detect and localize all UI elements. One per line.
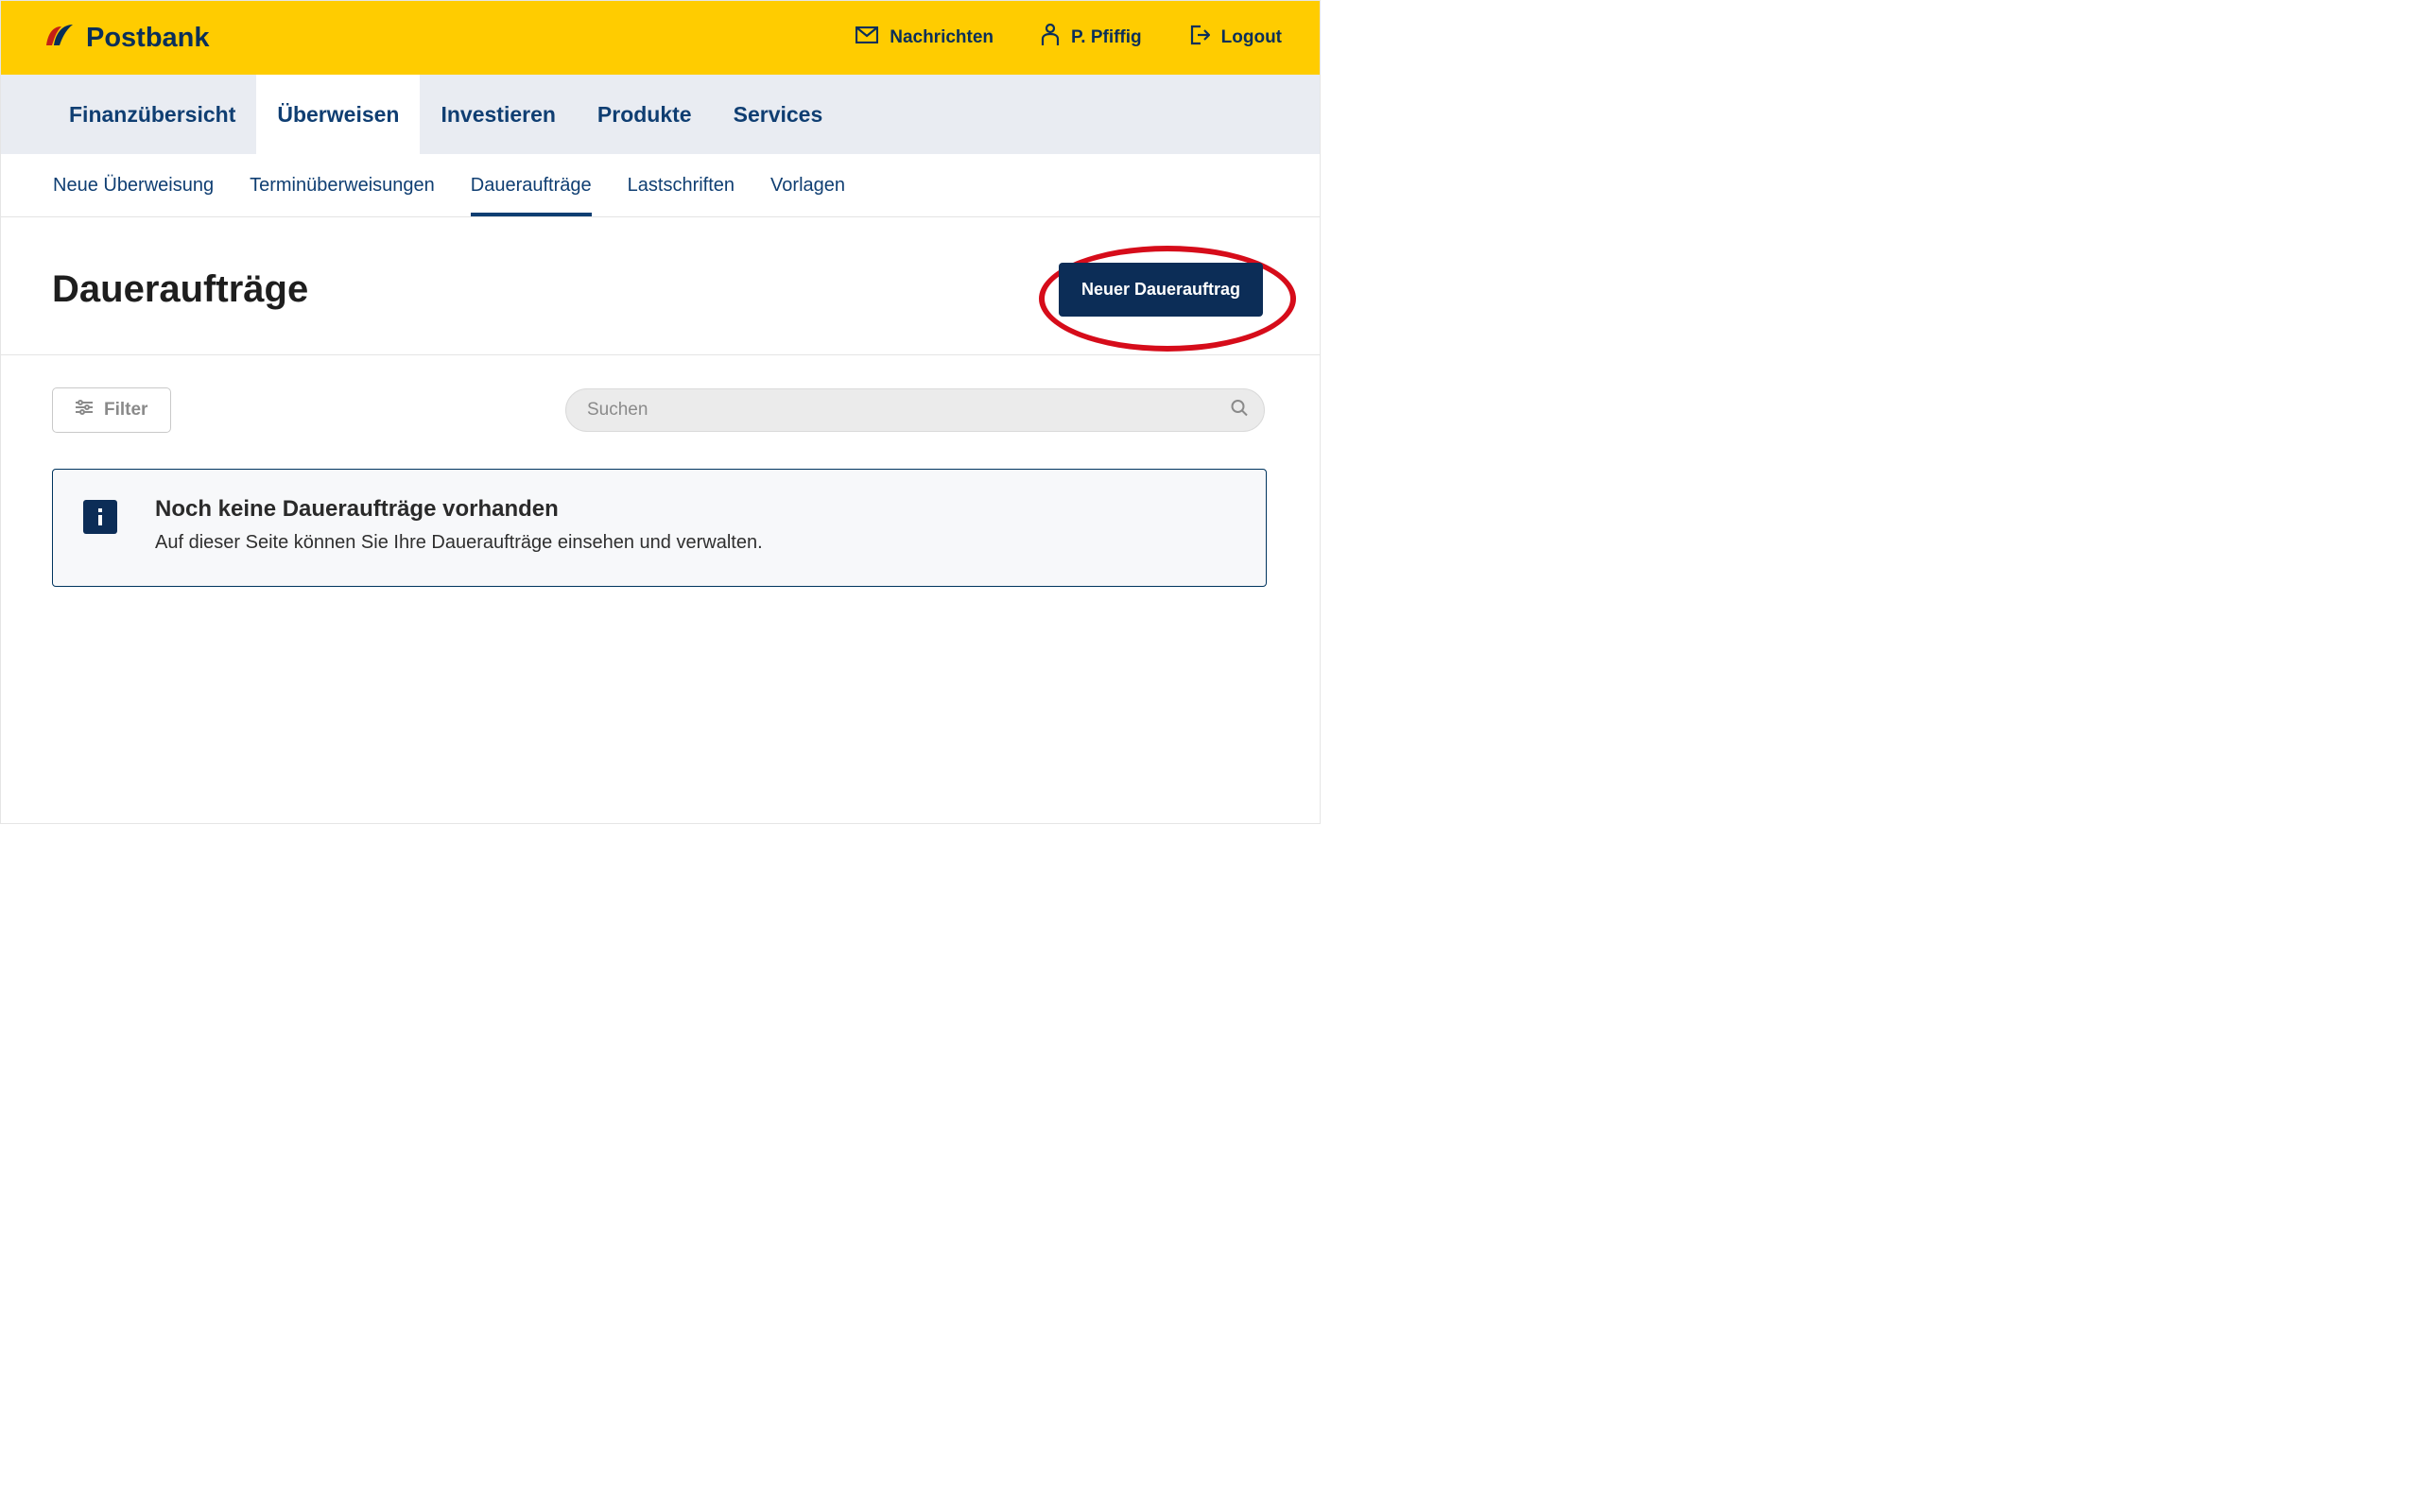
nav-finanzuebersicht[interactable]: Finanzübersicht (48, 75, 256, 154)
postbank-logo-icon (44, 23, 77, 54)
search-input[interactable] (565, 388, 1265, 432)
filter-row: Filter (1, 355, 1320, 459)
sub-nav: Neue Überweisung Terminüberweisungen Dau… (1, 154, 1320, 217)
subnav-neue-ueberweisung[interactable]: Neue Überweisung (53, 154, 214, 216)
top-actions: Nachrichten P. Pfiffig Logout (856, 24, 1282, 52)
nav-label: Produkte (597, 102, 692, 128)
nav-label: Investieren (441, 102, 555, 128)
nav-label: Services (734, 102, 823, 128)
search-icon[interactable] (1231, 400, 1248, 421)
messages-link[interactable]: Nachrichten (856, 26, 994, 49)
filter-label: Filter (104, 400, 147, 421)
subnav-label: Daueraufträge (471, 175, 592, 197)
mail-icon (856, 26, 878, 49)
info-panel: Noch keine Daueraufträge vorhanden Auf d… (52, 469, 1267, 587)
page-header: Daueraufträge Neuer Dauerauftrag (1, 217, 1320, 354)
nav-label: Überweisen (277, 102, 399, 128)
primary-nav: Finanzübersicht Überweisen Investieren P… (1, 75, 1320, 154)
logout-label: Logout (1221, 27, 1282, 48)
info-texts: Noch keine Daueraufträge vorhanden Auf d… (155, 496, 763, 554)
subnav-label: Terminüberweisungen (250, 175, 435, 197)
search-wrap (565, 388, 1265, 432)
subnav-lastschriften[interactable]: Lastschriften (628, 154, 735, 216)
user-link[interactable]: P. Pfiffig (1041, 24, 1142, 52)
subnav-label: Vorlagen (770, 175, 845, 197)
new-dauerauftrag-button[interactable]: Neuer Dauerauftrag (1059, 263, 1263, 317)
user-label: P. Pfiffig (1071, 27, 1142, 48)
nav-services[interactable]: Services (713, 75, 844, 154)
info-title: Noch keine Daueraufträge vorhanden (155, 496, 763, 523)
nav-produkte[interactable]: Produkte (577, 75, 713, 154)
page-title: Daueraufträge (52, 268, 308, 311)
subnav-dauerauftraege[interactable]: Daueraufträge (471, 154, 592, 216)
nav-label: Finanzübersicht (69, 102, 235, 128)
info-icon (83, 500, 117, 534)
info-description: Auf dieser Seite können Sie Ihre Dauerau… (155, 532, 763, 554)
filter-button[interactable]: Filter (52, 387, 171, 433)
nav-ueberweisen[interactable]: Überweisen (256, 75, 420, 154)
user-icon (1041, 24, 1060, 52)
nav-investieren[interactable]: Investieren (420, 75, 576, 154)
filter-icon (76, 400, 93, 421)
subnav-label: Lastschriften (628, 175, 735, 197)
subnav-vorlagen[interactable]: Vorlagen (770, 154, 845, 216)
subnav-terminueberweisungen[interactable]: Terminüberweisungen (250, 154, 435, 216)
messages-label: Nachrichten (890, 27, 994, 48)
logout-icon (1189, 25, 1210, 51)
brand-name: Postbank (86, 23, 210, 54)
top-header: Postbank Nachrichten P. Pfiffig (1, 1, 1320, 75)
subnav-label: Neue Überweisung (53, 175, 214, 197)
logout-link[interactable]: Logout (1189, 25, 1282, 51)
brand[interactable]: Postbank (44, 23, 210, 54)
